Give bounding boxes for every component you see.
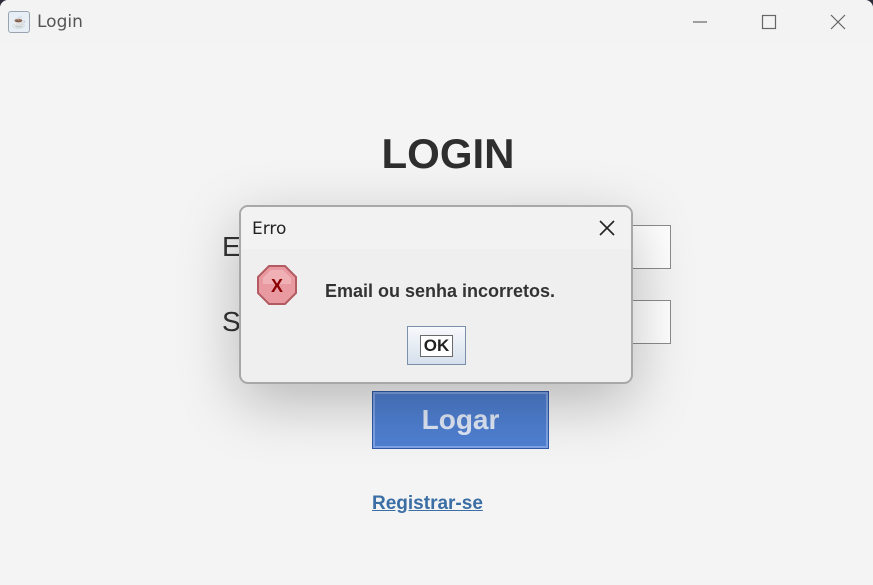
error-dialog: Erro X Email ou senha incorretos. OK (239, 205, 633, 384)
dialog-message: Email ou senha incorretos. (325, 281, 556, 301)
page-title: LOGIN (381, 130, 515, 177)
login-button[interactable]: Logar (372, 391, 549, 449)
close-button[interactable] (803, 0, 873, 44)
svg-text:X: X (271, 276, 283, 296)
close-icon (599, 220, 615, 236)
close-icon (830, 14, 846, 30)
window-titlebar[interactable]: ☕ Login (0, 0, 873, 44)
maximize-icon (761, 14, 777, 30)
error-x-icon: X (257, 265, 297, 305)
minimize-button[interactable] (665, 0, 735, 44)
senha-label: S (222, 306, 241, 337)
ok-button[interactable]: OK (407, 326, 466, 365)
minimize-icon (693, 21, 707, 23)
dialog-titlebar[interactable]: Erro (241, 207, 631, 249)
dialog-close-button[interactable] (591, 212, 623, 244)
register-link[interactable]: Registrar-se (372, 493, 483, 515)
ok-button-label: OK (419, 334, 454, 357)
java-icon: ☕ (8, 11, 30, 33)
dialog-title: Erro (252, 219, 287, 239)
email-label: E (222, 231, 241, 262)
window-title: Login (37, 12, 83, 32)
maximize-button[interactable] (734, 0, 804, 44)
